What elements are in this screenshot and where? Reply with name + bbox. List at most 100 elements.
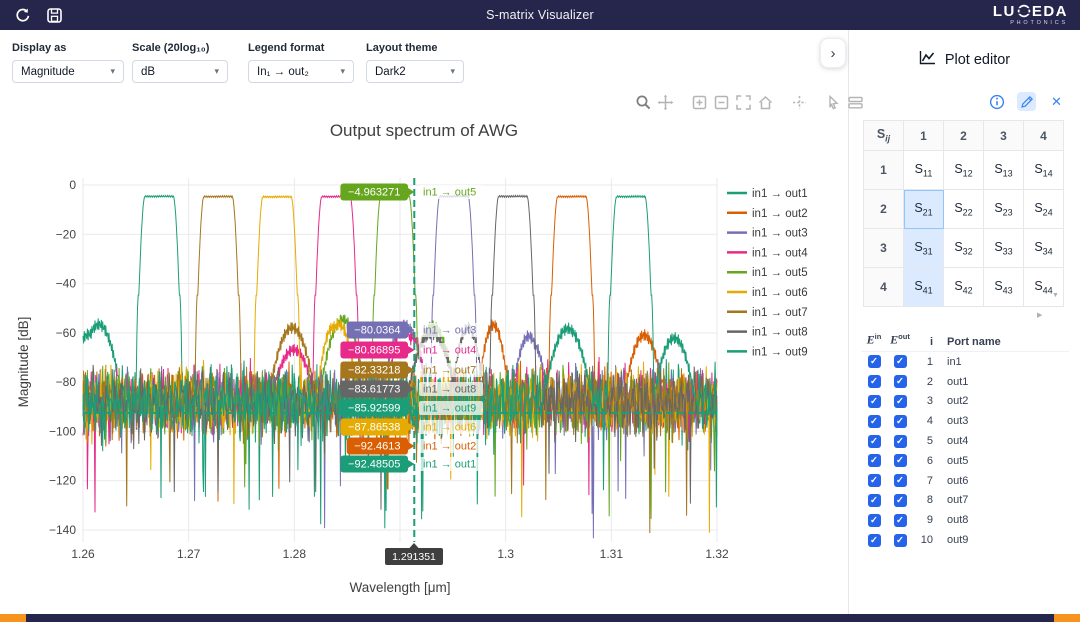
reset-axes-icon[interactable] [757,94,774,111]
e-out-checkbox-out6[interactable]: ✓ [894,474,907,487]
e-out-checkbox-out7[interactable]: ✓ [894,494,907,507]
matrix-cell-S34[interactable]: S34 [1024,229,1064,268]
e-out-checkbox-out2[interactable]: ✓ [894,395,907,408]
legend-item-2[interactable]: in1 → out2 [727,208,808,220]
pan-icon[interactable] [657,94,674,111]
svg-text:1.27: 1.27 [177,547,201,561]
legend-item-3[interactable]: in1 → out3 [727,228,808,240]
autoscale-icon[interactable] [735,94,752,111]
display-as-control: Display as Magnitude ▾ [12,42,124,83]
matrix-row-header-1: 1 [864,151,904,190]
legend-format-label: Legend format [248,42,354,54]
port-row-out2: ✓✓3out2 [861,392,1069,412]
legend-item-1[interactable]: in1 → out1 [727,188,808,200]
matrix-cell-S24[interactable]: S24 [1024,190,1064,229]
matrix-cell-S43[interactable]: S43 [984,268,1024,307]
zoom-out-icon[interactable] [713,94,730,111]
edit-icon[interactable] [1017,92,1036,111]
e-in-checkbox-out9[interactable]: ✓ [868,534,881,547]
spikelines-icon[interactable] [791,94,808,111]
matrix-cell-S22[interactable]: S22 [944,190,984,229]
brand-subtitle: PHOTONICS [993,21,1068,27]
save-icon[interactable] [44,5,64,25]
e-in-checkbox-out2[interactable]: ✓ [868,395,881,408]
matrix-scroll-down-icon[interactable]: ▼ [1052,292,1059,299]
port-name: out3 [937,415,968,427]
e-out-checkbox-out3[interactable]: ✓ [894,415,907,428]
e-in-checkbox-out8[interactable]: ✓ [868,514,881,527]
legend-item-9[interactable]: in1 → out9 [727,346,808,358]
svg-text:−60: −60 [56,326,77,340]
scale-label: Scale (20log₁₀) [132,42,228,54]
layout-theme-value: Dark2 [375,66,406,78]
layout-theme-select[interactable]: Dark2 ▾ [366,60,464,83]
scale-select[interactable]: dB ▾ [132,60,228,83]
matrix-cell-S41[interactable]: S41 [904,268,944,307]
hover-compare-icon[interactable] [847,94,864,111]
matrix-scroll-right-icon[interactable]: ▶ [1037,311,1042,319]
e-in-checkbox-in1[interactable]: ✓ [868,355,881,368]
layout-theme-control: Layout theme Dark2 ▾ [366,42,464,83]
zoom-in-icon[interactable] [691,94,708,111]
display-as-label: Display as [12,42,124,54]
e-out-checkbox-in1[interactable]: ✓ [894,355,907,368]
port-name-column-header: Port name [937,336,1001,348]
info-icon[interactable] [987,92,1006,111]
legend: in1 → out1 in1 → out2 in1 → out3 in1 → out4… [727,188,808,358]
matrix-cell-S23[interactable]: S23 [984,190,1024,229]
port-row-out3: ✓✓4out3 [861,411,1069,431]
legend-item-6[interactable]: in1 → out6 [727,287,808,299]
legend-item-5[interactable]: in1 → out5 [727,267,808,279]
svg-text:−80.86895: −80.86895 [348,345,400,357]
e-in-checkbox-out7[interactable]: ✓ [868,494,881,507]
legend-format-select[interactable]: In₁ → out₂ ▾ [248,60,354,83]
chevron-down-icon: ▾ [450,66,455,77]
matrix-cell-S21[interactable]: S21 [904,190,944,229]
close-icon[interactable]: ✕ [1047,92,1066,111]
e-in-checkbox-out6[interactable]: ✓ [868,474,881,487]
spectrum-chart[interactable]: 1.261.271.281.291.31.311.320−20−40−60−80… [0,30,848,614]
svg-text:in1 → out2: in1 → out2 [752,208,808,220]
matrix-cell-S14[interactable]: S14 [1024,151,1064,190]
e-in-checkbox-out5[interactable]: ✓ [868,454,881,467]
port-name: out7 [937,494,968,506]
svg-text:in1 → out9: in1 → out9 [752,346,808,358]
e-out-checkbox-out1[interactable]: ✓ [894,375,907,388]
svg-text:1.32: 1.32 [705,547,729,561]
matrix-cell-S44[interactable]: S44 [1024,268,1064,307]
svg-text:in1 → out6: in1 → out6 [752,287,808,299]
svg-text:−4.963271: −4.963271 [348,187,400,199]
display-as-select[interactable]: Magnitude ▾ [12,60,124,83]
scale-value: dB [141,66,155,78]
svg-text:−100: −100 [49,424,76,438]
e-out-checkbox-out9[interactable]: ✓ [894,534,907,547]
e-out-checkbox-out4[interactable]: ✓ [894,435,907,448]
matrix-col-header-3: 3 [984,121,1024,151]
sidebar-collapse-button[interactable]: › [820,38,846,68]
e-in-checkbox-out3[interactable]: ✓ [868,415,881,428]
e-out-checkbox-out8[interactable]: ✓ [894,514,907,527]
e-in-checkbox-out4[interactable]: ✓ [868,435,881,448]
matrix-cell-S12[interactable]: S12 [944,151,984,190]
matrix-cell-S42[interactable]: S42 [944,268,984,307]
port-row-out5: ✓ ✓ 6out5 [861,451,1069,471]
zoom-icon[interactable] [635,94,652,111]
svg-text:−92.48505: −92.48505 [348,459,400,471]
port-name: out5 [937,455,968,467]
matrix-cell-S33[interactable]: S33 [984,229,1024,268]
e-in-checkbox-out1[interactable]: ✓ [868,375,881,388]
hover-closest-icon[interactable] [825,94,842,111]
reset-icon[interactable] [12,5,32,25]
e-out-checkbox-out5[interactable]: ✓ [894,454,907,467]
port-index: 6 [913,455,937,467]
svg-text:−140: −140 [49,523,76,537]
matrix-cell-S11[interactable]: S11 [904,151,944,190]
legend-item-8[interactable]: in1 → out8 [727,327,808,339]
matrix-cell-S32[interactable]: S32 [944,229,984,268]
line-chart-icon [919,50,936,69]
matrix-cell-S13[interactable]: S13 [984,151,1024,190]
matrix-cell-S31[interactable]: S31 [904,229,944,268]
legend-item-4[interactable]: in1 → out4 [727,247,808,259]
matrix-row-header-2: 2 [864,190,904,229]
legend-item-7[interactable]: in1 → out7 [727,307,808,319]
